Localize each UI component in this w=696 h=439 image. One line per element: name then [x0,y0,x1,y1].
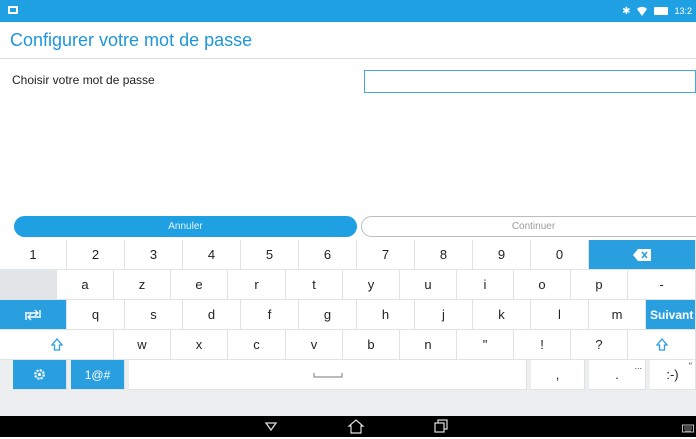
key-period[interactable]: . ... [589,360,646,390]
key-comma[interactable]: , [531,360,585,390]
key-p[interactable]: p [571,270,628,300]
space-key[interactable] [129,360,527,390]
key-smiley-hint: " [688,361,692,371]
symbols-key[interactable]: 1@# [71,360,125,390]
key-x[interactable]: x [171,330,228,360]
key-u[interactable]: u [400,270,457,300]
key-3[interactable]: 3 [125,240,183,270]
key-v[interactable]: v [286,330,343,360]
shift-key-right[interactable] [628,330,696,360]
key-i[interactable]: i [457,270,514,300]
keyboard-row-2: a z e r t y u i o p - [0,270,696,300]
backspace-key[interactable] [589,240,696,270]
key-s[interactable]: s [125,300,183,330]
key-1[interactable]: 1 [0,240,67,270]
password-input[interactable] [364,70,696,93]
keyboard-row-3: q s d f g h j k l m Suivant [0,300,696,330]
bluetooth-icon: ✱ [622,5,631,17]
on-screen-keyboard: 1 2 3 4 5 6 7 8 9 0 a z e r t y u i o p … [0,240,696,416]
key-l[interactable]: l [531,300,589,330]
key-quote[interactable]: " [457,330,514,360]
key-z[interactable]: z [114,270,171,300]
home-icon[interactable] [347,418,365,435]
password-label: Choisir votre mot de passe [12,73,155,87]
notification-icon [8,6,18,14]
key-m[interactable]: m [589,300,646,330]
shift-key-left[interactable] [0,330,114,360]
key-question[interactable]: ? [571,330,628,360]
key-8[interactable]: 8 [415,240,473,270]
key-w[interactable]: w [114,330,171,360]
continue-button[interactable]: Continuer [361,216,696,237]
key-spacer-left [0,270,57,300]
recents-icon[interactable] [432,418,450,435]
key-hyphen[interactable]: - [628,270,696,300]
title-divider [0,58,696,59]
key-period-hint: ... [634,361,642,371]
back-icon[interactable] [262,418,280,435]
keyboard-row-numbers: 1 2 3 4 5 6 7 8 9 0 [0,240,696,270]
key-smiley[interactable]: :-) " [650,360,696,390]
navigation-bar [0,416,696,437]
key-y[interactable]: y [343,270,400,300]
key-4[interactable]: 4 [183,240,241,270]
key-k[interactable]: k [473,300,531,330]
key-7[interactable]: 7 [357,240,415,270]
key-comma-label: , [555,367,560,382]
key-r[interactable]: r [228,270,286,300]
key-h[interactable]: h [357,300,415,330]
page-title: Configurer votre mot de passe [10,30,253,50]
key-b[interactable]: b [343,330,400,360]
settings-key[interactable] [13,360,67,390]
tab-key[interactable] [0,300,67,330]
key-a[interactable]: a [57,270,114,300]
key-n[interactable]: n [400,330,457,360]
battery-icon [654,7,669,15]
key-0[interactable]: 0 [531,240,589,270]
key-c[interactable]: c [228,330,286,360]
key-j[interactable]: j [415,300,473,330]
backspace-icon [633,248,651,261]
status-time: 13:2 [674,6,692,16]
key-exclamation[interactable]: ! [514,330,571,360]
key-period-label: . [615,367,619,382]
gear-icon [34,369,45,380]
key-g[interactable]: g [299,300,357,330]
key-t[interactable]: t [286,270,343,300]
shift-icon [50,338,63,351]
cancel-button[interactable]: Annuler [14,216,357,237]
key-f[interactable]: f [241,300,299,330]
key-2[interactable]: 2 [67,240,125,270]
keyboard-row-4: w x c v b n " ! ? [0,330,696,360]
status-bar: ✱ 13:2 [0,0,696,22]
key-q[interactable]: q [67,300,125,330]
key-9[interactable]: 9 [473,240,531,270]
key-6[interactable]: 6 [299,240,357,270]
wifi-icon [636,5,648,17]
key-smiley-label: :-) [666,367,679,382]
key-d[interactable]: d [183,300,241,330]
keyboard-switch-icon[interactable] [682,421,694,433]
space-bar-icon [313,372,342,377]
keyboard-row-5: 1@# , . ... :-) " [0,360,696,390]
tab-icon [25,309,41,320]
shift-icon [655,338,668,351]
key-5[interactable]: 5 [241,240,299,270]
key-o[interactable]: o [514,270,571,300]
key-e[interactable]: e [171,270,228,300]
next-key[interactable]: Suivant [646,300,696,330]
status-icons: ✱ 13:2 [622,4,692,18]
